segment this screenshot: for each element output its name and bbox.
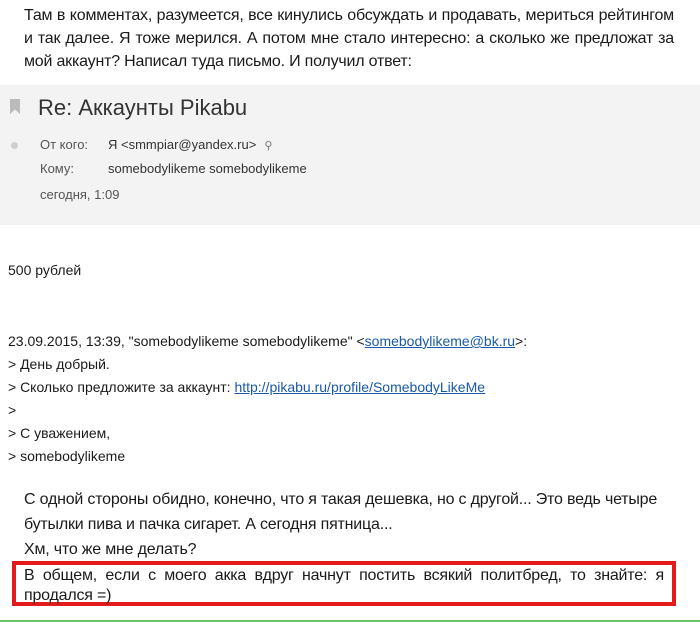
- quote-header: 23.09.2015, 13:39, "somebodylikeme someb…: [8, 330, 527, 353]
- quote-line: > Сколько предложите за аккаунт: http://…: [8, 376, 527, 399]
- quote-line: > somebodylikeme: [8, 448, 126, 464]
- divider: [0, 620, 700, 622]
- bookmark-icon[interactable]: [10, 99, 20, 114]
- intro-paragraph: Там в комментах, разумеется, все кинулис…: [24, 7, 674, 70]
- highlight-box: В общем, если с моего акка вдруг начнут …: [12, 561, 676, 606]
- quote-line: >: [8, 402, 17, 418]
- quote-line-text: > Сколько предложите за аккаунт:: [8, 379, 235, 395]
- email-date: сегодня, 1:09: [40, 187, 120, 202]
- quoted-message: 23.09.2015, 13:39, "somebodylikeme someb…: [8, 330, 527, 468]
- to-value[interactable]: somebodylikeme somebodylikeme: [108, 161, 307, 176]
- to-row: Кому: somebodylikeme somebodylikeme: [40, 161, 307, 176]
- profile-link[interactable]: http://pikabu.ru/profile/SomebodyLikeMe: [234, 379, 485, 395]
- email-header: Re: Аккаунты Pikabu От кого: Я <smmpiar@y…: [0, 85, 700, 225]
- outro-line: С одной стороны обидно, конечно, что я т…: [24, 491, 658, 533]
- quote-header-prefix: 23.09.2015, 13:39, "somebodylikeme someb…: [8, 333, 365, 349]
- from-row: От кого: Я <smmpiar@yandex.ru> ⚲: [40, 137, 272, 152]
- quote-line: > День добрый.: [8, 356, 110, 372]
- email-body-price: 500 рублей: [8, 262, 82, 278]
- quote-header-suffix: >:: [515, 333, 528, 349]
- quote-email-link[interactable]: somebodylikeme@bk.ru: [365, 333, 515, 349]
- email-subject: Re: Аккаунты Pikabu: [38, 95, 248, 120]
- quote-line: > С уважением,: [8, 425, 111, 441]
- from-value[interactable]: Я <smmpiar@yandex.ru>: [108, 137, 256, 152]
- unread-dot-icon[interactable]: [11, 142, 18, 149]
- highlight-text: В общем, если с моего акка вдруг начнут …: [24, 567, 664, 604]
- outro-paragraph: С одной стороны обидно, конечно, что я т…: [24, 487, 674, 562]
- outro-line: Хм, что же мне делать?: [24, 541, 197, 558]
- search-icon[interactable]: ⚲: [264, 140, 272, 152]
- from-label: От кого:: [40, 137, 89, 152]
- to-label: Кому:: [40, 161, 74, 176]
